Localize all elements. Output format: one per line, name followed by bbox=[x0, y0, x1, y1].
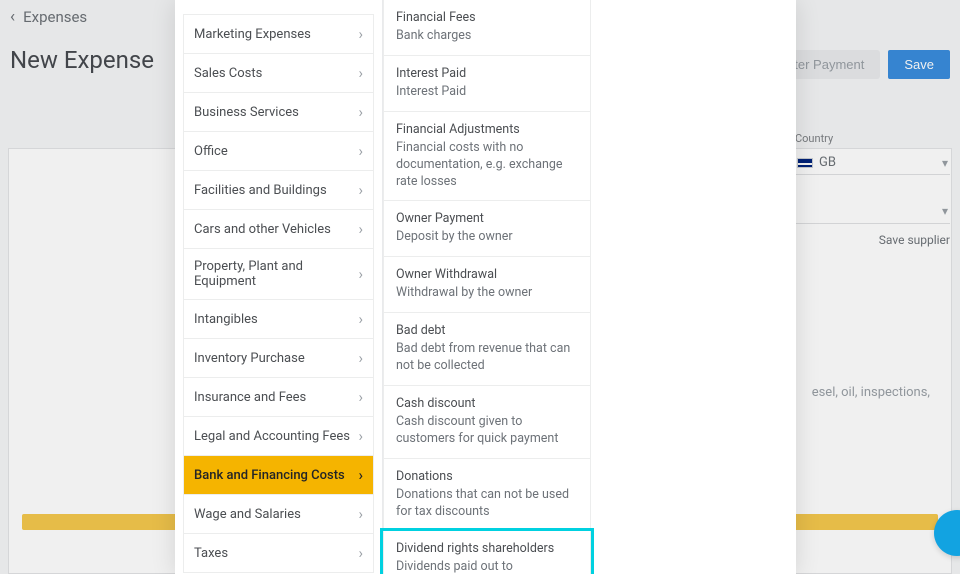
subcategory-title: Owner Withdrawal bbox=[396, 267, 578, 282]
chevron-right-icon: › bbox=[358, 349, 363, 367]
subcategory-title: Financial Adjustments bbox=[396, 122, 578, 137]
subcategory-subtitle: Deposit by the owner bbox=[396, 229, 513, 244]
chevron-right-icon: › bbox=[358, 25, 363, 43]
subcategory-item[interactable]: Owner Payment Deposit by the owner bbox=[383, 201, 591, 257]
category-label: Office bbox=[194, 144, 228, 159]
subcategory-item[interactable]: Donations Donations that can not be used … bbox=[383, 459, 591, 532]
chevron-right-icon: › bbox=[358, 466, 363, 484]
category-label: Sales Costs bbox=[194, 66, 262, 81]
subcategory-item[interactable]: Interest Paid Interest Paid bbox=[383, 56, 591, 112]
category-item[interactable]: Intangibles › bbox=[183, 299, 374, 338]
category-label: Legal and Accounting Fees bbox=[194, 429, 350, 444]
category-label: Business Services bbox=[194, 105, 299, 120]
chevron-right-icon: › bbox=[358, 220, 363, 238]
subcategory-subtitle: Withdrawal by the owner bbox=[396, 285, 532, 300]
subcategory-item[interactable]: Financial Adjustments Financial costs wit… bbox=[383, 112, 591, 202]
subcategory-subtitle: Cash discount given to customers for qui… bbox=[396, 414, 558, 446]
category-label: Intangibles bbox=[194, 312, 258, 327]
category-label: Taxes bbox=[194, 546, 228, 561]
subcategory-title: Financial Fees bbox=[396, 10, 578, 25]
category-item[interactable]: Wage and Salaries › bbox=[183, 494, 374, 533]
chevron-right-icon: › bbox=[358, 388, 363, 406]
chevron-right-icon: › bbox=[358, 103, 363, 121]
category-label: Inventory Purchase bbox=[194, 351, 305, 366]
subcategory-subtitle: Bad debt from revenue that can not be co… bbox=[396, 341, 570, 373]
category-label: Facilities and Buildings bbox=[194, 183, 327, 198]
chevron-right-icon: › bbox=[358, 265, 363, 283]
subcategory-list: Financial FeesBank chargesInterest PaidI… bbox=[383, 0, 591, 574]
category-label: Insurance and Fees bbox=[194, 390, 306, 405]
chevron-right-icon: › bbox=[358, 310, 363, 328]
subcategory-title: Bad debt bbox=[396, 323, 578, 338]
subcategory-subtitle: Interest Paid bbox=[396, 84, 466, 99]
category-list: Marketing Expenses›Sales Costs›Business … bbox=[175, 0, 383, 574]
subcategory-item[interactable]: Owner Withdrawal Withdrawal by the owner bbox=[383, 257, 591, 313]
subcategory-title: Dividend rights shareholders bbox=[396, 541, 578, 556]
subcategory-title: Interest Paid bbox=[396, 66, 578, 81]
category-label: Property, Plant and Equipment bbox=[194, 259, 358, 289]
category-item[interactable]: Facilities and Buildings › bbox=[183, 170, 374, 209]
subcategory-subtitle: Donations that can not be used for tax d… bbox=[396, 487, 569, 519]
chevron-right-icon: › bbox=[358, 181, 363, 199]
subcategory-item[interactable]: Bad debt Bad debt from revenue that can n… bbox=[383, 313, 591, 386]
chevron-right-icon: › bbox=[358, 64, 363, 82]
chevron-right-icon: › bbox=[358, 505, 363, 523]
chevron-right-icon: › bbox=[358, 142, 363, 160]
category-label: Cars and other Vehicles bbox=[194, 222, 331, 237]
subcategory-title: Owner Payment bbox=[396, 211, 578, 226]
subcategory-subtitle: Bank charges bbox=[396, 28, 471, 43]
subcategory-title: Donations bbox=[396, 469, 578, 484]
subcategory-title: Cash discount bbox=[396, 396, 578, 411]
subcategory-subtitle: Dividends paid out to shareholders bbox=[396, 559, 513, 574]
category-label: Wage and Salaries bbox=[194, 507, 301, 522]
category-label: Bank and Financing Costs bbox=[194, 468, 345, 483]
category-label: Marketing Expenses bbox=[194, 27, 311, 42]
category-item[interactable]: Cars and other Vehicles › bbox=[183, 209, 374, 248]
category-item[interactable]: Taxes › bbox=[183, 533, 374, 573]
category-item[interactable]: Inventory Purchase › bbox=[183, 338, 374, 377]
category-item[interactable]: Marketing Expenses › bbox=[183, 14, 374, 53]
category-item[interactable]: Bank and Financing Costs › bbox=[183, 455, 374, 494]
category-item[interactable]: Business Services › bbox=[183, 92, 374, 131]
category-item[interactable]: Legal and Accounting Fees › bbox=[183, 416, 374, 455]
category-item[interactable]: Insurance and Fees › bbox=[183, 377, 374, 416]
category-picker: Marketing Expenses›Sales Costs›Business … bbox=[175, 0, 796, 574]
subcategory-item[interactable]: Cash discount Cash discount given to cust… bbox=[383, 386, 591, 459]
category-item[interactable]: Property, Plant and Equipment› bbox=[183, 248, 374, 299]
subcategory-item[interactable]: Financial Fees Bank charges bbox=[383, 0, 591, 56]
subcategory-subtitle: Financial costs with no documentation, e… bbox=[396, 140, 563, 189]
chevron-right-icon: › bbox=[358, 544, 363, 562]
category-item[interactable]: Office › bbox=[183, 131, 374, 170]
category-item[interactable]: Sales Costs › bbox=[183, 53, 374, 92]
chevron-right-icon: › bbox=[358, 427, 363, 445]
subcategory-item[interactable]: Dividend rights shareholders Dividends pa… bbox=[383, 531, 591, 574]
